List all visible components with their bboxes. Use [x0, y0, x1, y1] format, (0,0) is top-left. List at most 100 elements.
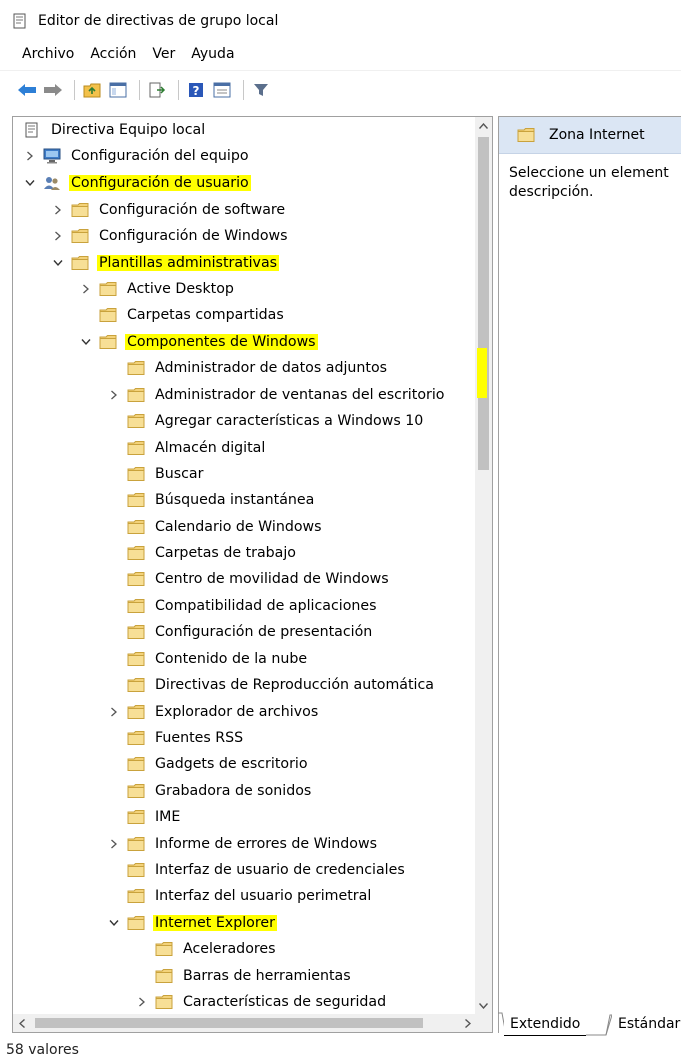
highlighter-mark — [477, 348, 487, 398]
chevron-right-icon[interactable] — [135, 995, 149, 1009]
tree-item-label: Barras de herramientas — [183, 968, 351, 984]
folder-icon — [155, 994, 173, 1010]
tree-item[interactable]: Directivas de Reproducción automática — [107, 672, 436, 698]
properties-icon[interactable] — [211, 78, 233, 102]
chevron-down-icon[interactable] — [79, 335, 93, 349]
tree-item[interactable]: Contenido de la nube — [107, 646, 309, 672]
toolbar-separator — [74, 79, 75, 100]
tree-item[interactable]: Directiva Equipo local — [23, 117, 207, 143]
tree-item[interactable]: Barras de herramientas — [135, 963, 353, 989]
tree-item-label: Interfaz del usuario perimetral — [155, 888, 372, 904]
tree-item-label: Administrador de datos adjuntos — [155, 360, 388, 376]
tree-item[interactable]: Configuración de presentación — [107, 619, 374, 645]
tree-item-label: Carpetas de trabajo — [155, 545, 296, 561]
tree-item[interactable]: Explorador de archivos — [107, 699, 320, 725]
tree-item[interactable]: Buscar — [107, 461, 205, 487]
tree-item[interactable]: Almacén digital — [107, 435, 267, 461]
tree-item[interactable]: Configuración de Windows — [51, 223, 290, 249]
tab-extendido[interactable]: Extendido — [504, 1012, 587, 1036]
tree-item-label: Carpetas compartidas — [127, 307, 284, 323]
tree-item[interactable]: Configuración del equipo — [23, 143, 251, 169]
chevron-right-icon[interactable] — [107, 705, 121, 719]
chevron-right-icon[interactable] — [23, 149, 37, 163]
folder-icon — [99, 307, 117, 323]
tree-item[interactable]: Carpetas de trabajo — [107, 540, 298, 566]
tree-item[interactable]: Configuración de software — [51, 197, 287, 223]
tree-item[interactable]: Administrador de datos adjuntos — [107, 355, 389, 381]
tree-item-label: Administrador de ventanas del escritorio — [155, 387, 445, 403]
chevron-down-icon[interactable] — [107, 916, 121, 930]
tree-item[interactable]: Active Desktop — [79, 276, 236, 302]
tree-item[interactable]: Interfaz del usuario perimetral — [107, 883, 373, 909]
tree-horizontal-scrollbar[interactable] — [13, 1014, 476, 1032]
tree-item-label: Plantillas administrativas — [97, 255, 280, 271]
tree-item[interactable]: Informe de errores de Windows — [107, 831, 379, 857]
tree-item[interactable]: Grabadora de sonidos — [107, 778, 313, 804]
chevron-right-icon[interactable] — [107, 837, 121, 851]
back-arrow-icon[interactable] — [16, 78, 38, 102]
tree-item-label: Búsqueda instantánea — [155, 492, 315, 508]
help-icon[interactable]: ? — [185, 78, 207, 102]
tree-item-label: Calendario de Windows — [155, 519, 322, 535]
horizontal-scroll-thumb[interactable] — [35, 1018, 423, 1028]
tree-item-label: Buscar — [155, 466, 204, 482]
chevron-right-icon[interactable] — [51, 203, 65, 217]
tree-item-label: Interfaz de usuario de credenciales — [155, 862, 405, 878]
tree-vertical-scrollbar[interactable] — [475, 117, 492, 1014]
tree-item[interactable]: Configuración de usuario — [23, 170, 251, 196]
tree-item[interactable]: Gadgets de escritorio — [107, 751, 310, 777]
scroll-right-icon[interactable] — [459, 1014, 476, 1032]
tree-item[interactable]: Interfaz de usuario de credenciales — [107, 857, 407, 883]
window-title: Editor de directivas de grupo local — [38, 13, 279, 29]
tree-pane: Directiva Equipo local Configuración del … — [12, 116, 493, 1033]
description-line: Seleccione un element — [509, 165, 669, 181]
folder-icon — [127, 440, 145, 456]
computer-icon — [43, 148, 61, 164]
tree-item[interactable]: Compatibilidad de aplicaciones — [107, 593, 379, 619]
show-hide-tree-icon[interactable] — [107, 78, 129, 102]
status-text: 58 valores — [6, 1041, 79, 1058]
chevron-down-icon[interactable] — [23, 176, 37, 190]
up-folder-icon[interactable] — [81, 78, 103, 102]
tree-item[interactable]: IME — [107, 804, 182, 830]
menu-ver[interactable]: Ver — [144, 42, 183, 66]
folder-icon — [127, 915, 145, 931]
tree-item-label: Configuración de presentación — [155, 624, 373, 640]
tree-item[interactable]: Componentes de Windows — [79, 329, 318, 355]
tree-item[interactable]: Calendario de Windows — [107, 514, 324, 540]
folder-icon — [127, 836, 145, 852]
tree-item[interactable]: Aceleradores — [135, 936, 278, 962]
chevron-right-icon[interactable] — [107, 388, 121, 402]
tree-item-label: Centro de movilidad de Windows — [155, 571, 389, 587]
scroll-up-icon[interactable] — [475, 117, 492, 134]
menu-accion[interactable]: Acción — [82, 42, 144, 66]
tree-item[interactable]: Búsqueda instantánea — [107, 487, 316, 513]
filter-icon[interactable] — [250, 78, 272, 102]
tree-item[interactable]: Fuentes RSS — [107, 725, 245, 751]
tree-item[interactable]: Internet Explorer — [107, 910, 277, 936]
tree-item[interactable]: Características de seguridad — [135, 989, 388, 1014]
chevron-right-icon[interactable] — [51, 229, 65, 243]
tree-item[interactable]: Agregar características a Windows 10 — [107, 408, 425, 434]
scroll-down-icon[interactable] — [475, 997, 492, 1014]
scroll-left-icon[interactable] — [13, 1014, 30, 1032]
vertical-scroll-thumb[interactable] — [478, 137, 489, 470]
tree-item[interactable]: Centro de movilidad de Windows — [107, 566, 391, 592]
forward-arrow-icon[interactable] — [42, 78, 64, 102]
folder-icon — [127, 756, 145, 772]
tree-item[interactable]: Carpetas compartidas — [79, 302, 286, 328]
svg-text:?: ? — [193, 84, 200, 98]
menu-ayuda[interactable]: Ayuda — [183, 42, 242, 66]
tab-estandar[interactable]: Estándar — [612, 1012, 681, 1036]
chevron-down-icon[interactable] — [51, 256, 65, 270]
tree-item[interactable]: Plantillas administrativas — [51, 250, 280, 276]
status-bar: 58 valores — [0, 1036, 681, 1063]
tree-item[interactable]: Administrador de ventanas del escritorio — [107, 382, 446, 408]
chevron-right-icon[interactable] — [79, 282, 93, 296]
tree-item-label: Grabadora de sonidos — [155, 783, 312, 799]
export-list-icon[interactable] — [146, 78, 168, 102]
menu-archivo[interactable]: Archivo — [0, 42, 82, 66]
